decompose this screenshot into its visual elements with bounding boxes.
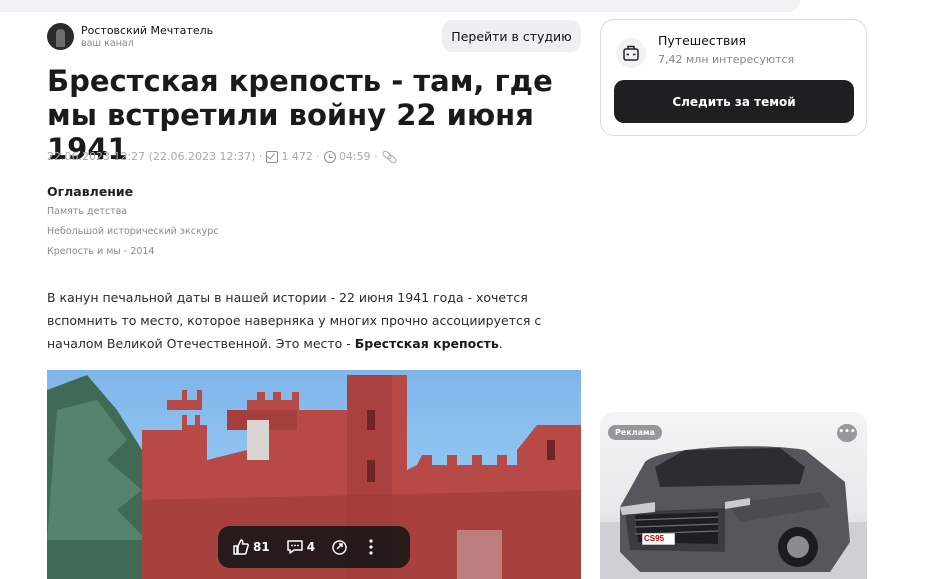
like-icon (233, 539, 249, 555)
channel-info: Ростовский Мечтатель ваш канал (81, 24, 213, 50)
top-bar-right (800, 0, 927, 12)
table-of-contents: Оглавление Память детства Небольшой исто… (47, 184, 219, 265)
toc-title: Оглавление (47, 184, 134, 199)
toc-item[interactable]: Память детства (47, 205, 219, 225)
reactions-bar: 81 4 (218, 526, 410, 568)
comment-count: 4 (306, 540, 316, 554)
top-search-bar[interactable] (0, 0, 800, 12)
topic-subscribers: 7,42 млн интересуются (658, 53, 795, 66)
share-icon (332, 540, 347, 555)
paragraph-bold: Брестская крепость (354, 336, 499, 351)
more-button[interactable] (368, 538, 377, 556)
comment-button[interactable]: 4 (286, 538, 315, 556)
channel-header[interactable]: Ростовский Мечтатель ваш канал (47, 23, 213, 50)
article-meta: 22.06.2023 12:27 (22.06.2023 12:37) · 1 … (47, 150, 397, 163)
toc-item[interactable]: Крепость и мы - 2014 (47, 245, 219, 265)
clock-icon (323, 150, 336, 163)
channel-name[interactable]: Ростовский Мечтатель (81, 24, 213, 37)
topic-card: Путешествия 7,42 млн интересуются Следит… (600, 19, 867, 136)
article-paragraph: В канун печальной даты в нашей истории -… (47, 286, 567, 355)
like-button[interactable]: 81 (232, 538, 270, 556)
ad-more-button[interactable]: ••• (837, 424, 857, 442)
like-count: 81 (253, 540, 270, 554)
suitcase-icon (616, 38, 646, 68)
publish-date: 22.06.2023 12:27 (22.06.2023 12:37) (47, 150, 256, 163)
meta-separator: · (370, 150, 378, 163)
paragraph-end: . (498, 336, 503, 351)
topic-name[interactable]: Путешествия (658, 33, 746, 48)
share-button[interactable] (331, 538, 352, 556)
views-count: 1 472 (281, 150, 313, 163)
more-icon (369, 539, 373, 555)
meta-separator: · (312, 150, 320, 163)
views-icon (266, 150, 279, 163)
plate-text: CS95 (644, 534, 665, 543)
comment-icon (286, 540, 303, 554)
channel-subtitle: ваш канал (81, 37, 134, 49)
go-to-studio-button[interactable]: Перейти в студию (442, 20, 581, 52)
ad-card[interactable]: CS95 Реклама ••• (600, 412, 867, 579)
toc-item[interactable]: Небольшой исторический экскурс (47, 225, 219, 245)
channel-avatar[interactable] (47, 23, 74, 50)
link-icon[interactable] (382, 151, 394, 163)
ad-label: Реклама (608, 425, 662, 440)
meta-separator: · (255, 150, 263, 163)
read-time: 04:59 (338, 150, 371, 163)
follow-topic-button[interactable]: Следить за темой (614, 80, 854, 123)
